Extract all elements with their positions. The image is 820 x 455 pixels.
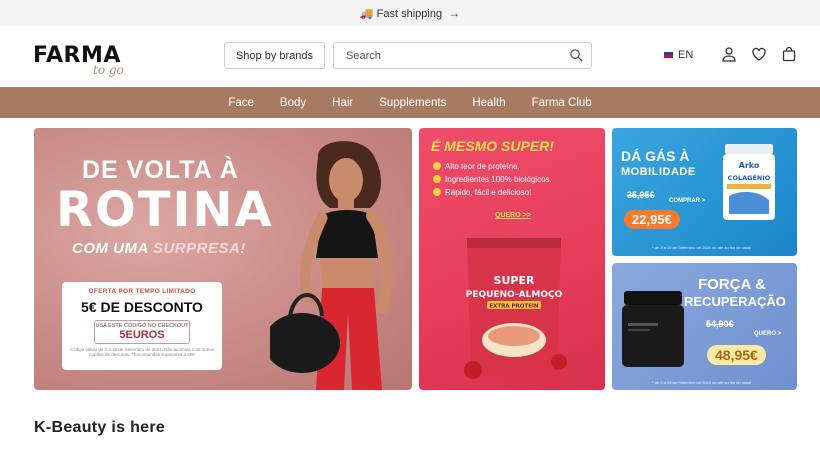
banner-gas-fine-print: * de 2 a 15 de Setembro de 2024 ou até a…	[652, 245, 752, 250]
collagen-product-image: Arko COLAGÉNIO	[723, 144, 775, 220]
old-price: 54,90€	[706, 319, 734, 329]
supplement-jar-image	[622, 291, 684, 367]
heart-icon[interactable]	[751, 46, 767, 62]
banner-forca-recuperacao[interactable]: FORÇA & RECUPERAÇÃO 54,90€ QUERO > 48,95…	[612, 263, 797, 390]
pack-line-1: SUPER	[494, 274, 535, 287]
nav-item-farma-club[interactable]: Farma Club	[519, 97, 605, 109]
banner-da-gas-mobilidade[interactable]: DÁ GÁS À MOBILIDADE 35,95€ COMPRAR > 22,…	[612, 128, 797, 256]
pack-line-3: EXTRA PROTEIN	[489, 304, 539, 310]
nav-item-face[interactable]: Face	[215, 97, 267, 109]
banner-forca-fine-print: * de 2 a 15 de Setembro de 2024 ou até a…	[652, 380, 752, 385]
banner-forca-line-2: RECUPERAÇÃO	[684, 294, 786, 309]
sale-price: 48,95€	[707, 345, 766, 365]
comprar-link[interactable]: COMPRAR >	[669, 198, 705, 204]
product-pouch-image: SUPER PEQUENO-ALMOÇO EXTRA PROTEIN	[464, 238, 567, 379]
banner-grid: DE VOLTA À ROTINA COM UMA SURPRESA! OFER…	[34, 128, 797, 390]
search-icon[interactable]	[569, 48, 584, 63]
language-label: EN	[678, 49, 694, 61]
logo[interactable]: FARMA to go	[33, 37, 153, 77]
banner-super-pequeno-almoco[interactable]: É MESMO SUPER! Alto teor de proteína. In…	[419, 128, 605, 390]
banner-headline-3: COM UMA SURPRESA!	[72, 240, 246, 257]
promo-code-box: OFERTA POR TEMPO LIMITADO 5€ DE DESCONTO…	[62, 282, 222, 370]
nav-item-supplements[interactable]: Supplements	[366, 97, 459, 109]
product-brand: Arko	[739, 161, 760, 170]
banner-headline-3a: COM UMA	[72, 240, 153, 257]
banner-volta-rotina[interactable]: DE VOLTA À ROTINA COM UMA SURPRESA! OFER…	[34, 128, 412, 390]
promo-code-frame: USA ESTE CÓDIGO NO CHECKOUT 5EUROS	[94, 320, 190, 344]
uk-flag-icon	[664, 52, 673, 58]
quero-link[interactable]: QUERO >>	[495, 212, 531, 219]
promo-fine-print: Código válido de 2 a 15 de Setembro de 2…	[69, 347, 215, 357]
search-placeholder: Search	[346, 49, 381, 62]
announcement-bar[interactable]: 🚚 Fast shipping →	[0, 0, 820, 26]
banner-gas-line-1: DÁ GÁS À	[621, 148, 690, 164]
banner-headline-2: ROTINA	[56, 182, 274, 238]
logo-tagline: to go	[93, 62, 124, 77]
main-nav: Face Body Hair Supplements Health Farma …	[0, 87, 820, 118]
benefit-item: Alto teor de proteína.	[433, 162, 552, 171]
quero-link[interactable]: QUERO >	[754, 331, 781, 337]
search-input[interactable]: Search	[333, 42, 592, 69]
banner-super-heading: É MESMO SUPER!	[431, 138, 554, 154]
promo-discount: 5€ DE DESCONTO	[81, 299, 203, 315]
sale-price: 22,95€	[624, 210, 680, 229]
banner-headline-3b: SURPRESA!	[152, 240, 246, 257]
arrow-right-icon: →	[448, 6, 461, 20]
benefit-item: Ingredientes 100% biológicos.	[433, 175, 552, 184]
woman-with-bag-image	[270, 141, 393, 390]
announcement-text: 🚚 Fast shipping	[359, 7, 443, 20]
banner-super-benefits: Alto teor de proteína. Ingredientes 100%…	[433, 162, 552, 201]
nav-item-hair[interactable]: Hair	[319, 97, 366, 109]
section-title-k-beauty: K-Beauty is here	[34, 419, 166, 436]
site-header: FARMA to go Shop by brands Search EN	[0, 26, 820, 87]
shop-by-brands-button[interactable]: Shop by brands	[224, 42, 325, 69]
benefit-item: Rápido, fácil e delicioso!	[433, 188, 552, 197]
language-selector[interactable]: EN	[664, 49, 693, 61]
banner-headline-1: DE VOLTA À	[82, 156, 239, 184]
pack-line-2: PEQUENO-ALMOÇO	[466, 290, 563, 300]
nav-item-body[interactable]: Body	[267, 97, 319, 109]
banner-forca-line-1: FORÇA &	[698, 276, 766, 293]
promo-label: OFERTA POR TEMPO LIMITADO	[88, 288, 196, 295]
nav-item-health[interactable]: Health	[459, 97, 518, 109]
old-price: 35,95€	[627, 190, 655, 200]
product-name: COLAGÉNIO	[728, 173, 771, 182]
promo-code: 5EUROS	[119, 329, 165, 341]
account-icon[interactable]	[721, 46, 737, 62]
cart-icon[interactable]	[781, 46, 797, 62]
banner-gas-line-2: MOBILIDADE	[621, 166, 696, 178]
